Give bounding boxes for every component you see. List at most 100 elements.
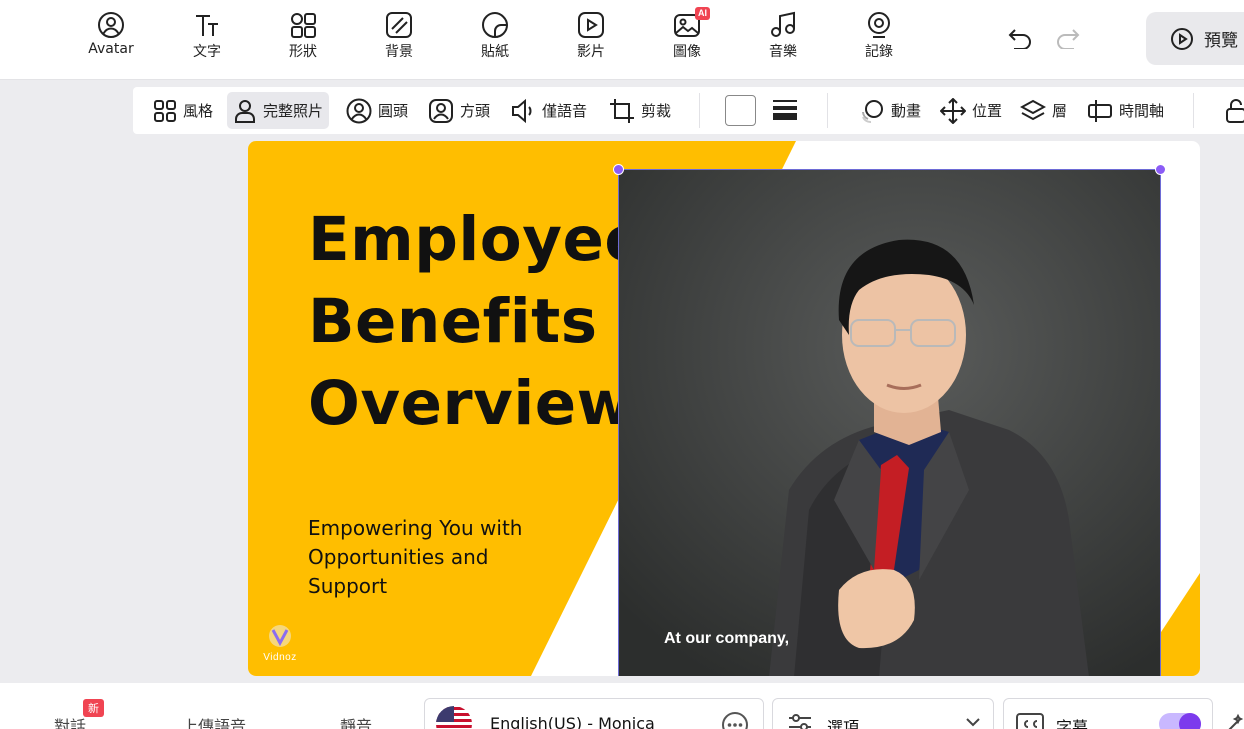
video-icon	[576, 10, 606, 40]
options-select[interactable]: 選項	[772, 698, 994, 729]
tool-label: 記錄	[865, 44, 893, 60]
crop-label: 剪裁	[641, 102, 672, 120]
layers-icon	[1020, 99, 1046, 120]
tool-video[interactable]: 影片	[561, 10, 621, 70]
background-color-swatch[interactable]	[725, 95, 756, 126]
tool-label: 形狀	[289, 44, 317, 60]
resize-handle-top-right[interactable]	[1155, 164, 1166, 175]
round-head-label: 圓頭	[378, 102, 409, 120]
animation-button[interactable]: 動畫	[853, 92, 927, 129]
square-head-label: 方頭	[460, 102, 491, 120]
tab-upload-voice[interactable]: 上傳語音	[182, 713, 246, 729]
tool-image[interactable]: AI 圖像	[657, 7, 717, 70]
voice-only-icon	[512, 98, 532, 123]
tool-label: 圖像	[673, 44, 701, 60]
timeline-button[interactable]: 時間軸	[1081, 92, 1170, 129]
new-badge: 新	[83, 699, 104, 717]
unlock-icon	[1226, 98, 1244, 123]
avatar-icon	[96, 10, 126, 40]
image-icon: AI	[672, 7, 710, 40]
subtitles-control[interactable]: 字幕	[1003, 698, 1213, 729]
tab-mute[interactable]: 靜音	[340, 713, 372, 729]
vidnoz-logo: Vidnoz	[258, 624, 302, 663]
divider	[699, 93, 700, 128]
full-photo-label: 完整照片	[263, 102, 324, 120]
tool-label: Avatar	[88, 41, 134, 57]
redo-button[interactable]	[1053, 23, 1083, 53]
closed-caption-icon	[1016, 713, 1044, 729]
position-icon	[940, 97, 966, 124]
subtitles-label: 字幕	[1056, 718, 1089, 729]
tool-label: 文字	[193, 44, 221, 60]
preview-button[interactable]: 預覽	[1146, 12, 1244, 65]
round-head-button[interactable]: 圓頭	[340, 92, 414, 129]
voice-label: English(US) - Monica	[490, 714, 655, 729]
square-head-button[interactable]: 方頭	[422, 92, 496, 129]
tool-avatar[interactable]: Avatar	[81, 10, 141, 70]
crop-icon	[610, 98, 634, 123]
full-photo-icon	[235, 99, 255, 123]
tool-background[interactable]: 背景	[369, 10, 429, 70]
sliders-icon	[789, 714, 811, 729]
undo-icon	[1008, 29, 1031, 49]
slide-title[interactable]: Employee Benefits Overview	[308, 199, 646, 445]
voice-select[interactable]: English(US) - Monica	[424, 698, 764, 729]
more-icon[interactable]	[721, 711, 749, 729]
us-flag-icon	[436, 706, 472, 729]
logo-text: Vidnoz	[263, 652, 297, 663]
tool-label: 音樂	[769, 44, 797, 60]
layer-button[interactable]: 層	[1014, 92, 1073, 129]
stroke-lines-icon[interactable]	[773, 99, 797, 121]
slide-subtitle[interactable]: Empowering You with Opportunities and Su…	[308, 514, 568, 601]
ai-badge: AI	[695, 7, 710, 20]
tool-label: 貼紙	[481, 44, 509, 60]
preview-label: 預覽	[1204, 31, 1238, 51]
lock-button[interactable]	[1219, 92, 1244, 129]
script-bar: 對話 新 上傳語音 靜音 English(US) - Monica 選項 字幕	[0, 683, 1244, 729]
voice-only-label: 僅語音	[542, 102, 588, 120]
music-icon	[768, 10, 798, 40]
round-head-icon	[346, 98, 372, 123]
play-circle-icon	[1171, 27, 1193, 50]
resize-handle-top-left[interactable]	[613, 164, 624, 175]
position-label: 位置	[972, 102, 1003, 120]
subtitle-caption: At our company,	[664, 630, 790, 647]
subtitles-toggle[interactable]	[1159, 713, 1201, 729]
layer-label: 層	[1052, 102, 1068, 120]
timeline-label: 時間軸	[1119, 102, 1165, 120]
style-label: 風格	[183, 102, 214, 120]
undo-button[interactable]	[1005, 23, 1035, 53]
full-photo-button[interactable]: 完整照片	[227, 92, 330, 129]
crop-button[interactable]: 剪裁	[603, 92, 677, 129]
divider	[1193, 93, 1194, 128]
voice-only-button[interactable]: 僅語音	[504, 92, 593, 129]
timeline-icon	[1088, 99, 1112, 122]
vidnoz-logo-icon	[269, 625, 291, 647]
shapes-icon	[288, 10, 318, 40]
tool-label: 影片	[577, 44, 605, 60]
chevron-down-icon	[966, 718, 980, 727]
tool-sticker[interactable]: 貼紙	[465, 10, 525, 70]
avatar-illustration	[619, 170, 1160, 676]
tool-shapes[interactable]: 形狀	[273, 10, 333, 70]
background-icon	[384, 10, 414, 40]
redo-icon	[1057, 29, 1080, 49]
style-button[interactable]: 風格	[147, 92, 219, 129]
divider	[827, 93, 828, 128]
style-grid-icon	[154, 99, 176, 122]
record-icon	[864, 10, 894, 40]
magic-wand-icon[interactable]	[1226, 713, 1244, 729]
square-head-icon	[429, 98, 453, 123]
tool-record[interactable]: 記錄	[849, 10, 909, 70]
tool-text[interactable]: 文字	[177, 10, 237, 70]
avatar-toolbar: 風格 完整照片 圓頭 方頭 僅語音 剪裁 動畫 位置 層 時間軸	[133, 87, 1244, 134]
toggle-knob	[1179, 713, 1201, 729]
sticker-icon	[480, 10, 510, 40]
tab-dialogue[interactable]: 對話	[54, 713, 86, 729]
tool-music[interactable]: 音樂	[753, 10, 813, 70]
slide-canvas[interactable]: Employee Benefits Overview Empowering Yo…	[248, 141, 1200, 676]
position-button[interactable]: 位置	[934, 92, 1008, 129]
animation-icon	[862, 99, 883, 123]
text-icon	[192, 10, 222, 40]
avatar-photo[interactable]: At our company,	[618, 169, 1161, 676]
